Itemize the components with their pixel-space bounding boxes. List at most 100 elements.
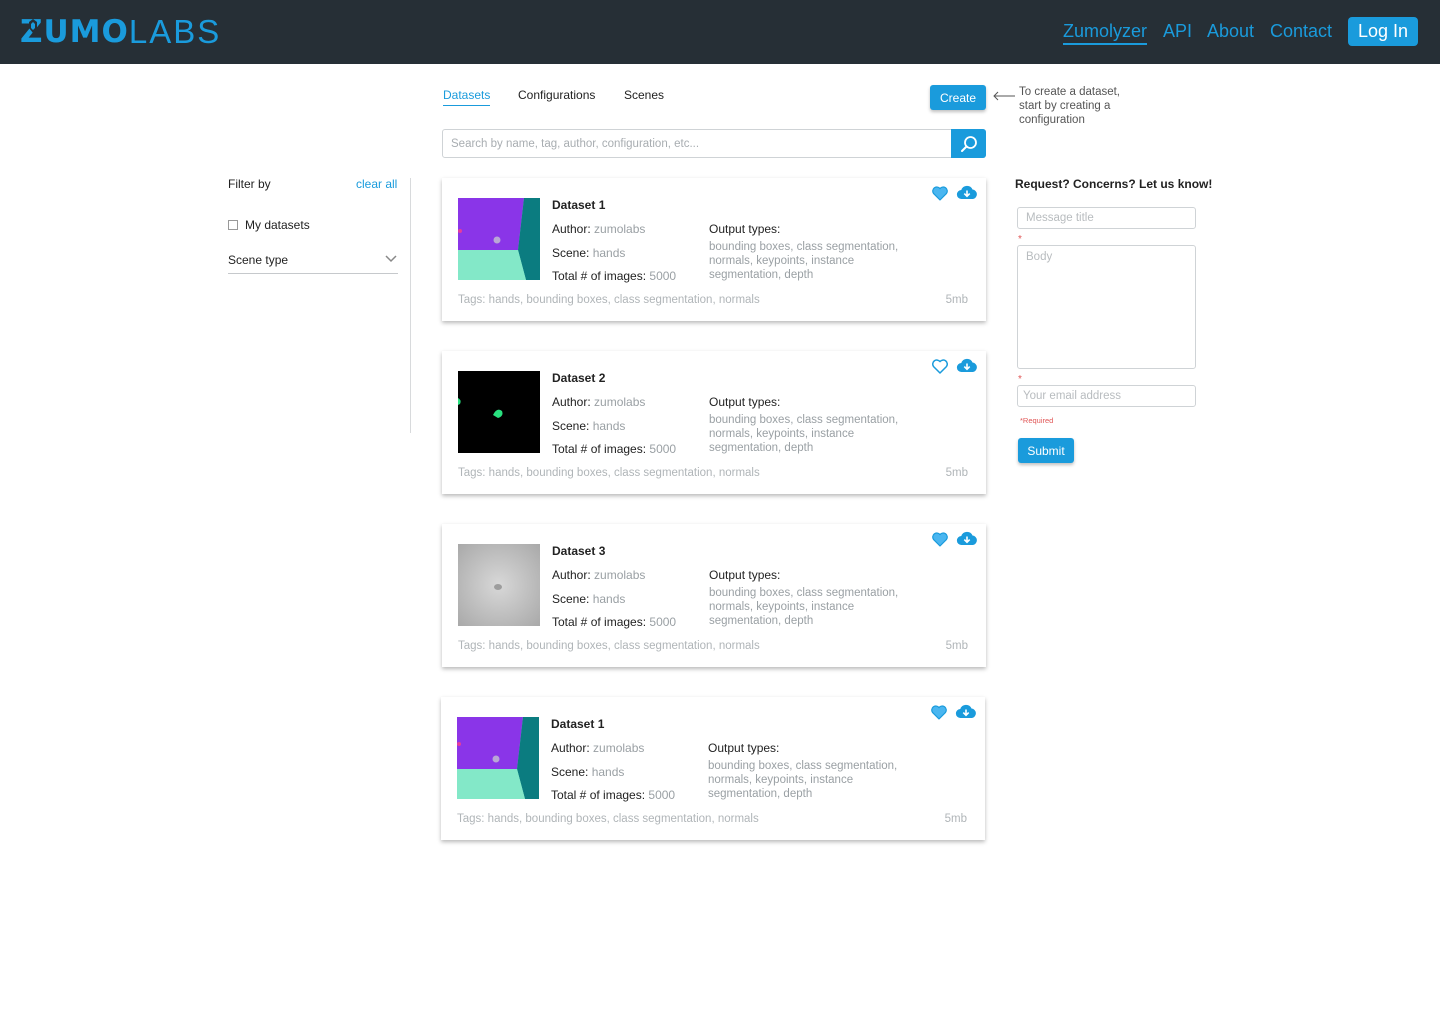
dataset-size: 5mb (944, 813, 967, 825)
dataset-total-images: Total # of images: 5000 (552, 442, 677, 456)
my-datasets-filter[interactable]: My datasets (228, 218, 310, 232)
dataset-total-images: Total # of images: 5000 (552, 615, 677, 629)
tab-configurations[interactable]: Configurations (518, 88, 595, 102)
login-button[interactable]: Log In (1348, 17, 1418, 46)
tab-datasets[interactable]: Datasets (443, 88, 491, 106)
author-value: zumolabs (593, 741, 645, 755)
logo-emblem-icon (29, 19, 37, 33)
dataset-scene: Scene: hands (551, 765, 625, 779)
total-images-label: Total # of images (552, 269, 643, 283)
dataset-card[interactable]: Dataset 1 Author: zumolabs Scene: hands … (442, 178, 986, 321)
filter-title: Filter by (228, 177, 271, 191)
dataset-card[interactable]: Dataset 3 Author: zumolabs Scene: hands … (442, 524, 986, 667)
dataset-size: 5mb (945, 294, 968, 306)
author-label: Author (552, 222, 588, 236)
my-datasets-checkbox[interactable] (228, 220, 238, 230)
dataset-card[interactable]: Dataset 1 Author: zumolabs Scene: hands … (441, 697, 985, 840)
dataset-tags: Tags: hands, bounding boxes, class segme… (458, 294, 760, 306)
favorite-heart-icon[interactable] (931, 705, 947, 720)
scene-label: Scene (552, 592, 587, 606)
dataset-thumbnail (458, 544, 540, 626)
dataset-name[interactable]: Dataset 1 (552, 198, 605, 212)
nav-contact[interactable]: Contact (1270, 21, 1332, 42)
scene-label: Scene (551, 765, 586, 779)
total-images-label: Total # of images (551, 788, 642, 802)
email-field[interactable] (1017, 385, 1196, 407)
required-marker: * (1018, 374, 1022, 385)
author-value: zumolabs (594, 568, 646, 582)
dataset-size: 5mb (945, 640, 968, 652)
dataset-scene: Scene: hands (552, 246, 626, 260)
search-button[interactable] (951, 129, 986, 158)
dataset-scene: Scene: hands (552, 592, 626, 606)
top-navigation-bar: ZUMO LABS Zumolyzer API About Contact Lo… (0, 0, 1440, 64)
create-button[interactable]: Create (930, 85, 986, 110)
nav-zumolyzer[interactable]: Zumolyzer (1063, 21, 1148, 45)
download-cloud-icon[interactable] (955, 704, 977, 720)
dataset-author: Author: zumolabs (552, 222, 646, 236)
scene-type-dropdown[interactable]: Scene type (228, 250, 398, 274)
scene-value: hands (591, 765, 625, 779)
total-images-label: Total # of images (552, 615, 643, 629)
feedback-title: Request? Concerns? Let us know! (1015, 177, 1213, 191)
total-images-value: 5000 (649, 615, 677, 629)
output-types-list: bounding boxes, class segmentation, norm… (709, 414, 899, 454)
dataset-name[interactable]: Dataset 2 (552, 371, 605, 385)
scene-value: hands (592, 246, 626, 260)
dataset-scene: Scene: hands (552, 419, 626, 433)
dataset-total-images: Total # of images: 5000 (552, 269, 677, 283)
search-input[interactable] (443, 130, 951, 157)
total-images-value: 5000 (649, 442, 677, 456)
nav-about[interactable]: About (1207, 21, 1254, 42)
dataset-name[interactable]: Dataset 1 (551, 717, 604, 731)
submit-button[interactable]: Submit (1018, 438, 1074, 463)
dataset-tags: Tags: hands, bounding boxes, class segme… (458, 640, 760, 652)
scene-value: hands (592, 592, 626, 606)
dataset-author: Author: zumolabs (551, 741, 645, 755)
author-value: zumolabs (594, 222, 646, 236)
scene-label: Scene (552, 246, 587, 260)
favorite-heart-icon[interactable] (932, 186, 948, 201)
my-datasets-label: My datasets (245, 218, 310, 232)
total-images-value: 5000 (649, 269, 677, 283)
download-cloud-icon[interactable] (956, 531, 978, 547)
output-types-list: bounding boxes, class segmentation, norm… (709, 241, 899, 281)
dataset-tags: Tags: hands, bounding boxes, class segme… (457, 813, 759, 825)
logo-light-text: LABS (128, 13, 222, 50)
tab-scenes[interactable]: Scenes (624, 88, 664, 102)
dataset-tags: Tags: hands, bounding boxes, class segme… (458, 467, 760, 479)
message-body-input[interactable] (1017, 245, 1196, 369)
output-types-list: bounding boxes, class segmentation, norm… (709, 587, 899, 627)
output-types-list: bounding boxes, class segmentation, norm… (708, 760, 898, 800)
favorite-heart-icon[interactable] (932, 532, 948, 547)
dataset-card[interactable]: Dataset 2 Author: zumolabs Scene: hands … (442, 351, 986, 494)
message-title-input[interactable] (1017, 207, 1196, 229)
required-marker: * (1018, 234, 1022, 245)
dataset-name[interactable]: Dataset 3 (552, 544, 605, 558)
output-types-label: Output types: (708, 741, 780, 755)
create-hint-text: To create a dataset, start by creating a… (1019, 86, 1121, 126)
required-note: *Required (1020, 416, 1054, 425)
output-types-label: Output types: (709, 395, 781, 409)
dataset-size: 5mb (945, 467, 968, 479)
download-cloud-icon[interactable] (956, 185, 978, 201)
dataset-thumbnail (458, 198, 540, 280)
scene-value: hands (592, 419, 626, 433)
author-value: zumolabs (594, 395, 646, 409)
search-bar (442, 129, 986, 158)
total-images-label: Total # of images (552, 442, 643, 456)
sidebar-divider (410, 178, 411, 433)
author-label: Author (551, 741, 587, 755)
scene-type-label: Scene type (228, 253, 289, 267)
dataset-thumbnail (458, 371, 540, 453)
dataset-thumbnail (457, 717, 539, 799)
total-images-value: 5000 (648, 788, 676, 802)
favorite-heart-outline-icon[interactable] (932, 359, 948, 374)
logo-strong-text: ZUMO (20, 14, 129, 50)
clear-all-link[interactable]: clear all (356, 177, 397, 191)
output-types-label: Output types: (709, 568, 781, 582)
dataset-author: Author: zumolabs (552, 568, 646, 582)
nav-api[interactable]: API (1163, 21, 1192, 42)
download-cloud-icon[interactable] (956, 358, 978, 374)
zumolabs-logo[interactable]: ZUMO LABS (20, 13, 221, 51)
